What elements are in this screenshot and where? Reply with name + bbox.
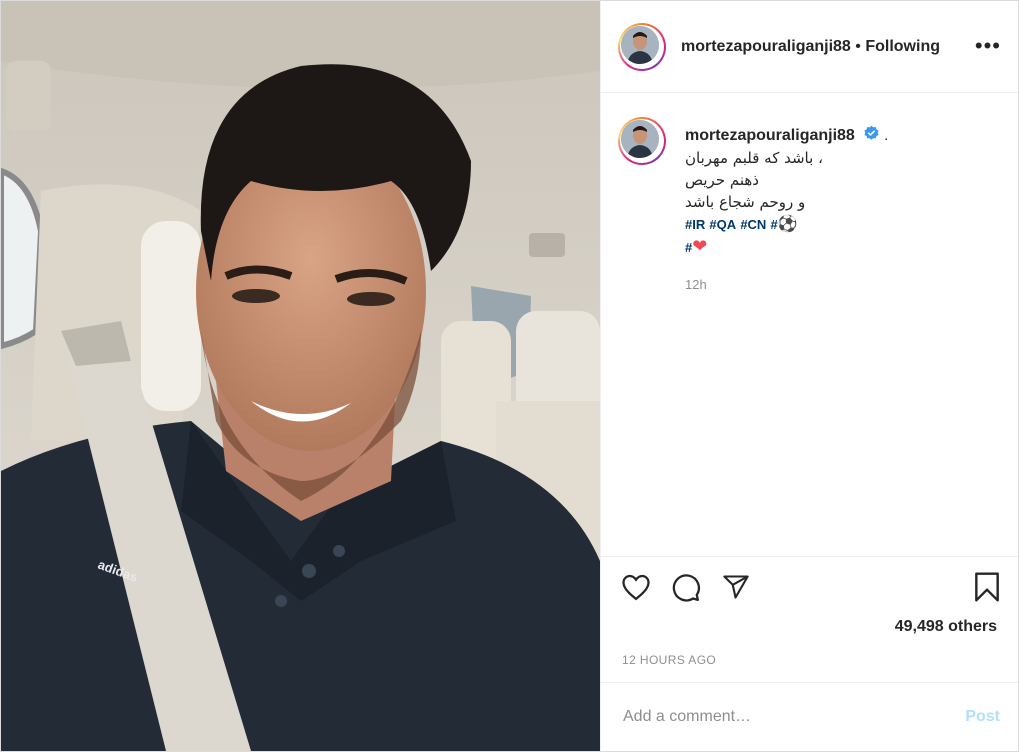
avatar-image [621,26,659,64]
caption-username[interactable]: mortezapouraliganji88 [685,127,855,144]
comment-icon[interactable] [671,573,701,608]
following-button[interactable]: Following [865,38,940,55]
post-sidebar: mortezapouraliganji88 • Following ••• mo… [600,1,1018,751]
bookmark-icon[interactable] [973,571,1001,608]
hashtag-cn[interactable]: #CN [740,217,766,232]
avatar-image [621,120,659,158]
selfie-photo: adidas [1,1,600,751]
action-bar [601,556,1018,617]
football-emoji: ⚽ [777,214,798,233]
caption-trailing: . [884,127,889,144]
caption-line-2: ذهنم حریص [685,171,759,189]
caption-line-1: ، باشد که قلبم مهربان [685,149,823,167]
header-username[interactable]: mortezapouraliganji88 [681,38,851,55]
posted-time[interactable]: 12 HOURS AGO [622,653,716,667]
hashtag-football[interactable]: #⚽ [771,214,798,233]
post-dialog: adidas mortezapouraliganji88 • Following… [0,0,1019,752]
more-options-icon[interactable]: ••• [975,35,1001,57]
likes-count[interactable]: 49,498 others [895,618,997,636]
header-avatar[interactable] [618,23,666,71]
share-icon[interactable] [721,573,751,606]
post-image[interactable]: adidas [1,1,600,751]
comment-input[interactable] [621,705,945,729]
caption-time[interactable]: 12h [685,277,707,292]
hashtag-heart[interactable]: #❤ [685,236,707,257]
heart-emoji: ❤ [692,236,708,257]
heart-icon[interactable] [621,573,651,606]
post-comment-button[interactable]: Post [965,708,1000,726]
hashtag-qa[interactable]: #QA [709,217,736,232]
hashtag-ir[interactable]: #IR [685,217,705,232]
caption-line-3: و روحم شجاع باشد [685,193,806,211]
comment-form: Post [601,682,1018,751]
post-header: mortezapouraliganji88 • Following ••• [601,1,1018,93]
post-caption: mortezapouraliganji88 . ، باشد که قلبم م… [685,125,995,259]
header-separator: • [855,38,861,55]
caption-avatar[interactable] [618,117,666,165]
verified-badge-icon [864,125,879,140]
